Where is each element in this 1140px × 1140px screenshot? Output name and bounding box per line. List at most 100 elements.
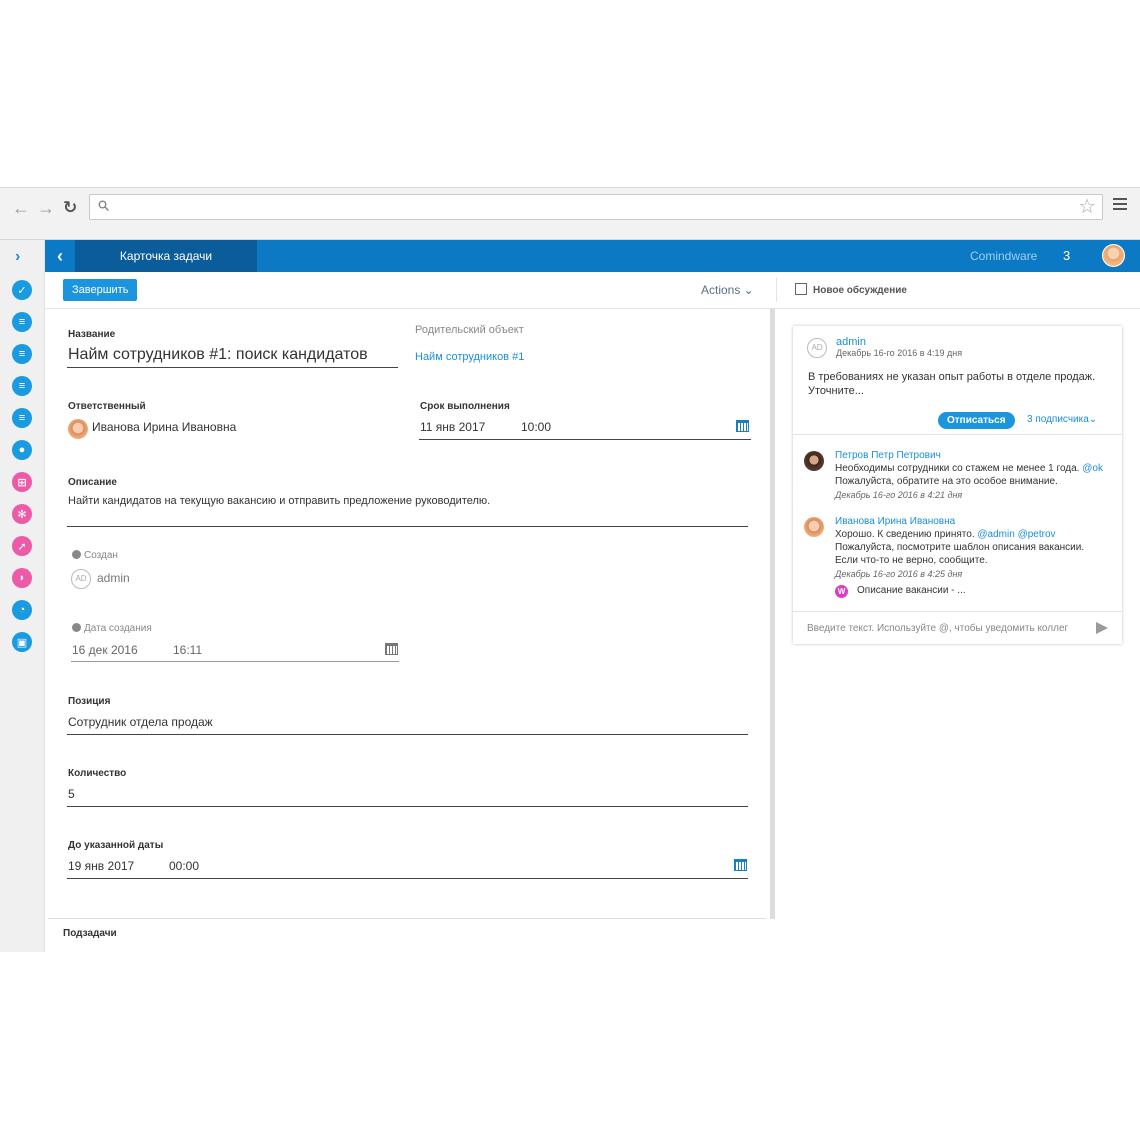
subtasks-section[interactable]: Подзадачи [63, 928, 117, 939]
until-date-field[interactable]: 19 янв 2017 [68, 859, 134, 873]
due-date-underline [419, 439, 751, 440]
calendar-icon [385, 643, 398, 655]
mention-link[interactable]: @ok [1082, 463, 1103, 474]
comment-date: Декабрь 16-го 2016 в 4:25 дня [835, 569, 963, 579]
description-field[interactable]: Найти кандидатов на текущую вакансию и о… [68, 495, 490, 507]
discussion-author-avatar: AD [807, 338, 827, 358]
due-date-field[interactable]: 11 янв 2017 [420, 420, 485, 434]
created-date-underline [71, 661, 399, 662]
until-date-label: До указанной даты [68, 840, 164, 851]
gear-icon[interactable]: ✻ [12, 504, 32, 524]
name-label: Название [68, 329, 116, 340]
section-divider [48, 918, 766, 919]
due-time-field[interactable]: 10:00 [521, 420, 551, 434]
send-icon[interactable] [1096, 622, 1108, 634]
tag-icon[interactable]: ◗ [12, 568, 32, 588]
unsubscribe-button[interactable]: Отписаться [938, 412, 1015, 429]
reload-icon[interactable]: ↻ [63, 198, 77, 218]
created-by-label-wrap: Создан [72, 550, 118, 561]
org-chart-icon[interactable]: ⊞ [12, 472, 32, 492]
comment-text: Необходимы сотрудники со стажем не менее… [835, 463, 1103, 474]
description-underline [67, 526, 748, 527]
calendar-icon[interactable] [734, 859, 747, 871]
until-time-field[interactable]: 00:00 [169, 859, 199, 873]
address-bar[interactable]: ☆ [89, 194, 1103, 220]
complete-button[interactable]: Завершить [63, 279, 138, 301]
edit-icon [795, 283, 807, 295]
parent-object-link[interactable]: Найм сотрудников #1 [415, 351, 524, 363]
mention-link[interactable]: @admin @petrov [977, 529, 1055, 540]
created-by-avatar: AD [71, 569, 91, 589]
task-toolbar: Завершить Actions ⌄ Новое обсуждение [45, 272, 1140, 309]
document-icon[interactable]: ≡ [12, 408, 32, 428]
panel-scrollbar[interactable] [770, 309, 775, 919]
position-underline [67, 734, 748, 735]
comment-author[interactable]: Петров Петр Петрович [835, 450, 941, 461]
created-date-value: 16 дек 2016 [72, 643, 138, 657]
created-time-value: 16:11 [173, 643, 203, 657]
quantity-underline [67, 806, 748, 807]
discussion-card: AD admin Декабрь 16-го 2016 в 4:19 дня В… [793, 326, 1122, 644]
document-icon[interactable]: ≡ [12, 344, 32, 364]
discussion-date: Декабрь 16-го 2016 в 4:19 дня [836, 348, 963, 358]
app-header: ‹ Карточка задачи Comindware 3 [45, 240, 1140, 272]
discussion-divider [793, 434, 1122, 435]
check-circle-icon[interactable]: ✓ [12, 280, 32, 300]
star-icon[interactable]: ☆ [1078, 196, 1096, 218]
created-date-label: Дата создания [84, 623, 152, 634]
subscribers-dropdown[interactable]: 3 подписчика⌄ [1027, 414, 1097, 425]
attachment-link[interactable]: Описание вакансии - ... [857, 585, 966, 596]
lock-icon [72, 623, 81, 632]
briefcase-icon[interactable]: ▣ [12, 632, 32, 652]
lock-icon [72, 550, 81, 559]
back-arrow-icon[interactable]: ← [12, 198, 30, 218]
comment-input[interactable]: Введите текст. Используйте @, чтобы увед… [807, 623, 1068, 634]
new-discussion-label: Новое обсуждение [813, 285, 907, 296]
discussion-text: В требованиях не указан опыт работы в от… [808, 371, 1096, 397]
calendar-icon[interactable] [736, 420, 749, 432]
chevron-right-icon[interactable]: › [15, 248, 20, 266]
comment-text-line: Пожалуйста, посмотрите шаблон описания в… [835, 542, 1085, 553]
assignee-avatar [68, 419, 88, 439]
task-form: Название Найм сотрудников #1: поиск канд… [45, 309, 770, 919]
notification-count[interactable]: 3 [1063, 240, 1070, 272]
parent-object-label: Родительский объект [415, 324, 524, 336]
comment-author[interactable]: Иванова Ирина Ивановна [835, 516, 955, 527]
comment-date: Декабрь 16-го 2016 в 4:21 дня [835, 490, 963, 500]
pie-chart-icon[interactable]: ◔ [12, 600, 32, 620]
name-field[interactable]: Найм сотрудников #1: поиск кандидатов [68, 346, 368, 364]
comment-text-line: Необходимы сотрудники со стажем не менее… [835, 463, 1080, 474]
left-nav-rail: › ✓ ≡ ≡ ≡ ≡ ● ⊞ ✻ ➚ ◗ ◔ ▣ [0, 240, 45, 952]
toolbar-divider [776, 278, 777, 302]
position-field[interactable]: Сотрудник отдела продаж [68, 715, 213, 729]
document-icon[interactable]: ≡ [12, 312, 32, 332]
forward-arrow-icon[interactable]: → [37, 198, 55, 218]
quantity-label: Количество [68, 768, 127, 779]
created-date-label-wrap: Дата создания [72, 623, 152, 634]
created-by-label: Создан [84, 550, 118, 561]
until-date-underline [67, 878, 748, 879]
comment-avatar [804, 517, 824, 537]
quantity-field[interactable]: 5 [68, 787, 75, 801]
description-label: Описание [68, 477, 117, 488]
new-discussion-button[interactable]: Новое обсуждение [795, 283, 907, 296]
document-icon[interactable]: ≡ [12, 376, 32, 396]
hamburger-icon[interactable] [1113, 198, 1127, 213]
comment-text: Хорошо. К сведению принято. @admin @petr… [835, 529, 1056, 540]
discussion-author[interactable]: admin [836, 336, 866, 348]
due-date-label: Срок выполнения [420, 401, 510, 412]
tab-task-card[interactable]: Карточка задачи [75, 240, 257, 272]
comment-text-line: Хорошо. К сведению принято. [835, 529, 975, 540]
word-file-icon: W [835, 585, 848, 598]
rocket-icon[interactable]: ➚ [12, 536, 32, 556]
back-chevron-icon[interactable]: ‹ [45, 240, 75, 272]
user-icon[interactable]: ● [12, 440, 32, 460]
assignee-field[interactable]: Иванова Ирина Ивановна [92, 420, 236, 434]
user-avatar[interactable] [1102, 244, 1125, 267]
browser-toolbar: ← → ↻ ☆ [0, 187, 1140, 240]
actions-dropdown[interactable]: Actions ⌄ [701, 283, 754, 297]
company-name[interactable]: Comindware [970, 240, 1037, 272]
name-underline [67, 367, 398, 368]
assignee-label: Ответственный [68, 401, 146, 412]
created-by-value: admin [97, 571, 130, 585]
